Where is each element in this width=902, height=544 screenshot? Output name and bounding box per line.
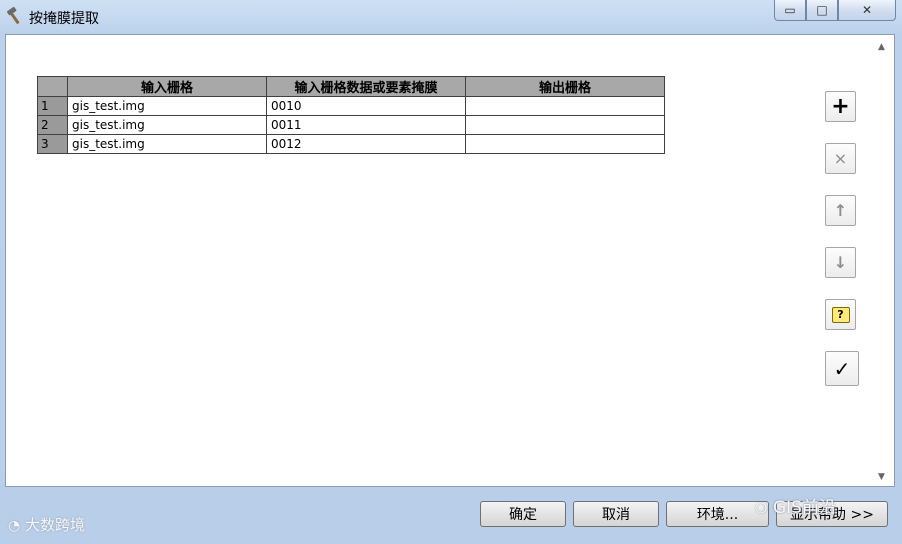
minimize-icon: ▭ bbox=[784, 3, 796, 17]
arrow-down-icon: ↓ bbox=[833, 253, 848, 272]
help-button[interactable]: ? bbox=[825, 299, 856, 330]
window-controls: ▭ □ ✕ bbox=[774, 0, 896, 22]
x-icon: × bbox=[833, 149, 848, 168]
weibo-logo-icon: ◔ bbox=[8, 518, 21, 534]
column-header-mask[interactable]: 输入栅格数据或要素掩膜 bbox=[266, 76, 466, 97]
wechat-logo-icon: ❍ bbox=[755, 501, 768, 517]
ok-button[interactable]: 确定 bbox=[480, 501, 566, 527]
row-number[interactable]: 3 bbox=[37, 134, 68, 154]
add-row-button[interactable]: + bbox=[825, 91, 856, 122]
maximize-button[interactable]: □ bbox=[806, 0, 838, 21]
move-up-button[interactable]: ↑ bbox=[825, 195, 856, 226]
scroll-down-arrow-icon[interactable]: ▼ bbox=[878, 472, 885, 482]
arrow-up-icon: ↑ bbox=[833, 201, 848, 220]
mask-cell[interactable]: 0010 bbox=[266, 96, 466, 116]
cancel-button[interactable]: 取消 bbox=[573, 501, 659, 527]
close-icon: ✕ bbox=[861, 3, 873, 17]
scroll-up-arrow-icon[interactable]: ▲ bbox=[878, 42, 885, 52]
grid-header-row: 输入栅格 输入栅格数据或要素掩膜 输出栅格 bbox=[37, 76, 665, 97]
maximize-icon: □ bbox=[816, 3, 828, 17]
dialog-window: 按掩膜提取 ▭ □ ✕ 输入栅格 输入栅格数据或要素掩膜 输出栅格 1 gis_… bbox=[0, 0, 902, 544]
check-values-button[interactable]: ✓ bbox=[825, 351, 859, 386]
watermark-right-text: GIS前沿 bbox=[772, 498, 836, 518]
input-raster-cell[interactable]: gis_test.img bbox=[67, 96, 267, 116]
column-header-input-raster[interactable]: 输入栅格 bbox=[67, 76, 267, 97]
watermark-left-text: 大数跨境 bbox=[25, 516, 86, 534]
watermark-left: ◔ 大数跨境 bbox=[8, 514, 85, 535]
watermark-right: ❍ GIS前沿 bbox=[755, 493, 836, 518]
mask-cell[interactable]: 0011 bbox=[266, 115, 466, 135]
output-raster-cell[interactable] bbox=[465, 115, 665, 135]
help-icon: ? bbox=[831, 306, 850, 323]
grid-corner-cell bbox=[37, 76, 68, 97]
table-row[interactable]: 2 gis_test.img 0011 bbox=[37, 115, 665, 135]
mask-cell[interactable]: 0012 bbox=[266, 134, 466, 154]
input-raster-cell[interactable]: gis_test.img bbox=[67, 134, 267, 154]
hammer-icon bbox=[5, 6, 25, 26]
ok-label: 确定 bbox=[509, 507, 537, 523]
title-bar: 按掩膜提取 ▭ □ ✕ bbox=[0, 0, 902, 34]
table-row[interactable]: 1 gis_test.img 0010 bbox=[37, 96, 665, 116]
environments-label: 环境... bbox=[696, 507, 739, 523]
cancel-label: 取消 bbox=[602, 507, 630, 523]
minimize-button[interactable]: ▭ bbox=[774, 0, 806, 21]
column-header-output-raster[interactable]: 输出栅格 bbox=[465, 76, 665, 97]
batch-grid: 输入栅格 输入栅格数据或要素掩膜 输出栅格 1 gis_test.img 001… bbox=[37, 76, 665, 154]
row-number[interactable]: 2 bbox=[37, 115, 68, 135]
output-raster-cell[interactable] bbox=[465, 134, 665, 154]
delete-row-button[interactable]: × bbox=[825, 143, 856, 174]
row-number[interactable]: 1 bbox=[37, 96, 68, 116]
close-button[interactable]: ✕ bbox=[838, 0, 896, 21]
checkmark-icon: ✓ bbox=[833, 356, 851, 381]
table-row[interactable]: 3 gis_test.img 0012 bbox=[37, 134, 665, 154]
output-raster-cell[interactable] bbox=[465, 96, 665, 116]
move-down-button[interactable]: ↓ bbox=[825, 247, 856, 278]
plus-icon: + bbox=[831, 94, 850, 119]
environments-button[interactable]: 环境... bbox=[666, 501, 769, 527]
input-raster-cell[interactable]: gis_test.img bbox=[67, 115, 267, 135]
window-title: 按掩膜提取 bbox=[29, 11, 99, 27]
